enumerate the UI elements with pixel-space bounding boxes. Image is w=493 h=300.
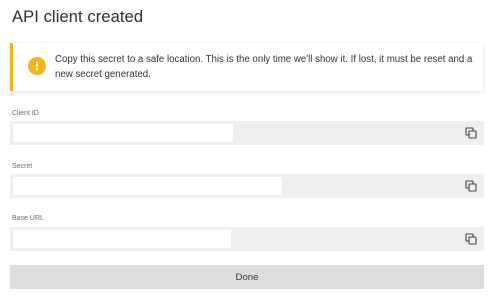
client-id-field <box>10 121 484 145</box>
secret-field <box>10 174 484 198</box>
done-button[interactable]: Done <box>10 265 484 289</box>
dialog-title: API client created <box>12 8 144 26</box>
client-id-input[interactable] <box>13 124 233 142</box>
base-url-input[interactable] <box>13 230 231 248</box>
copy-client-id-button[interactable] <box>465 127 477 139</box>
base-url-label: Base URL <box>12 215 44 222</box>
warning-notice-text: Copy this secret to a safe location. Thi… <box>55 54 473 80</box>
client-id-label: Client ID <box>12 110 39 117</box>
warning-icon: ! <box>28 57 46 75</box>
warning-notice: ! Copy this secret to a safe location. T… <box>10 43 483 91</box>
base-url-field <box>10 227 484 251</box>
api-client-created-dialog: API client created ! Copy this secret to… <box>0 0 493 300</box>
copy-secret-button[interactable] <box>465 180 477 192</box>
secret-input[interactable] <box>13 177 282 195</box>
secret-label: Secret <box>12 163 33 170</box>
copy-base-url-button[interactable] <box>465 233 477 245</box>
